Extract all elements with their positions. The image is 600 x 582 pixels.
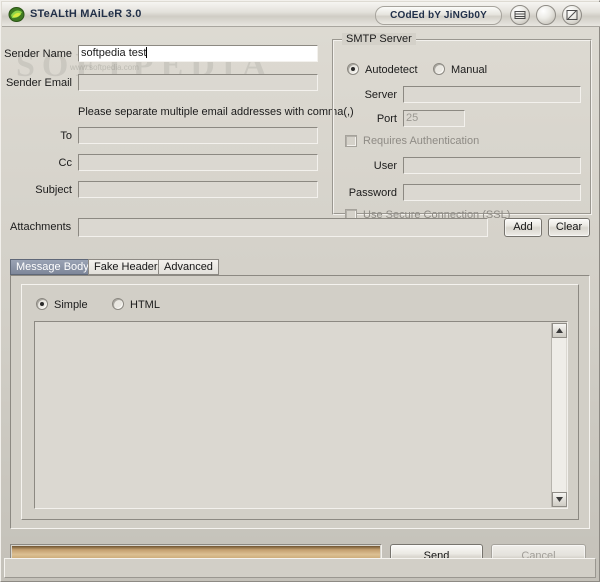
add-attachment-button[interactable]: Add — [504, 218, 542, 237]
smtp-user-input[interactable] — [403, 157, 581, 174]
title-bar[interactable]: STeALtH MAiLeR 3.0 COdEd bY JiNGb0Y — [2, 2, 600, 27]
sender-email-input[interactable] — [78, 74, 318, 91]
scroll-down-arrow-icon[interactable] — [552, 492, 567, 507]
requires-authentication-label: Requires Authentication — [363, 135, 480, 147]
smtp-mode-autodetect-radio[interactable] — [347, 63, 359, 75]
smtp-password-label: Password — [348, 187, 397, 199]
smtp-port-input[interactable]: 25 — [403, 110, 465, 127]
smtp-mode-autodetect-label: Autodetect — [365, 64, 418, 76]
sender-email-label: Sender Email — [5, 77, 72, 89]
message-body-inner-panel: Simple HTML — [21, 284, 579, 520]
maximize-button[interactable] — [536, 5, 556, 25]
application-window: STeALtH MAiLeR 3.0 COdEd bY JiNGb0Y SOFT… — [0, 0, 600, 582]
watermark-url: www.softpedia.com — [70, 63, 139, 72]
attachments-label: Attachments — [10, 221, 72, 233]
smtp-port-label: Port — [376, 113, 397, 125]
tab-fake-headers[interactable]: Fake Headers — [88, 259, 170, 275]
message-body-scrollbar[interactable] — [551, 323, 567, 507]
minimize-button[interactable] — [510, 5, 530, 25]
coder-credit-badge: COdEd bY JiNGb0Y — [375, 6, 502, 25]
scrollbar-track[interactable] — [552, 338, 566, 492]
client-area: SOFTPEDIA SOFTPEDIA www.softpedia.com Se… — [2, 27, 600, 582]
sender-name-label: Sender Name — [4, 48, 72, 60]
tab-message-body[interactable]: Message Body — [10, 259, 95, 275]
format-simple-label: Simple — [54, 299, 88, 311]
tab-advanced[interactable]: Advanced — [158, 259, 219, 275]
subject-label: Subject — [35, 184, 72, 196]
smtp-password-input[interactable] — [403, 184, 581, 201]
sender-name-input[interactable]: softpedia test — [78, 45, 318, 62]
smtp-user-label: User — [373, 160, 397, 172]
smtp-server-label: Server — [364, 89, 397, 101]
multiple-address-hint: Please separate multiple email addresses… — [78, 106, 354, 118]
smtp-mode-manual-label: Manual — [451, 64, 488, 76]
smtp-server-groupbox: SMTP Server Autodetect Manual Server Por… — [332, 33, 592, 221]
status-bar — [4, 558, 596, 578]
app-icon — [8, 6, 25, 23]
format-html-radio[interactable] — [112, 298, 124, 310]
to-input[interactable] — [78, 127, 318, 144]
message-body-panel: Simple HTML — [10, 275, 590, 529]
cc-label: Cc — [58, 157, 72, 169]
close-button[interactable] — [562, 5, 582, 25]
text-caret — [146, 47, 148, 58]
format-html-label: HTML — [130, 299, 160, 311]
radio-selected-dot — [351, 67, 355, 71]
smtp-group-title: SMTP Server — [342, 33, 416, 45]
window-title: STeALtH MAiLeR 3.0 — [30, 8, 142, 20]
attachments-input[interactable] — [78, 218, 488, 237]
scroll-up-arrow-icon[interactable] — [552, 323, 567, 338]
to-label: To — [60, 130, 72, 142]
requires-authentication-checkbox[interactable] — [345, 135, 357, 147]
clear-attachments-button[interactable]: Clear — [548, 218, 590, 237]
radio-selected-dot — [40, 302, 44, 306]
subject-input[interactable] — [78, 181, 318, 198]
smtp-mode-manual-radio[interactable] — [433, 63, 445, 75]
smtp-server-input[interactable] — [403, 86, 581, 103]
cc-input[interactable] — [78, 154, 318, 171]
format-simple-radio[interactable] — [36, 298, 48, 310]
message-body-textarea[interactable] — [34, 321, 568, 509]
sender-name-value: softpedia test — [81, 47, 147, 59]
